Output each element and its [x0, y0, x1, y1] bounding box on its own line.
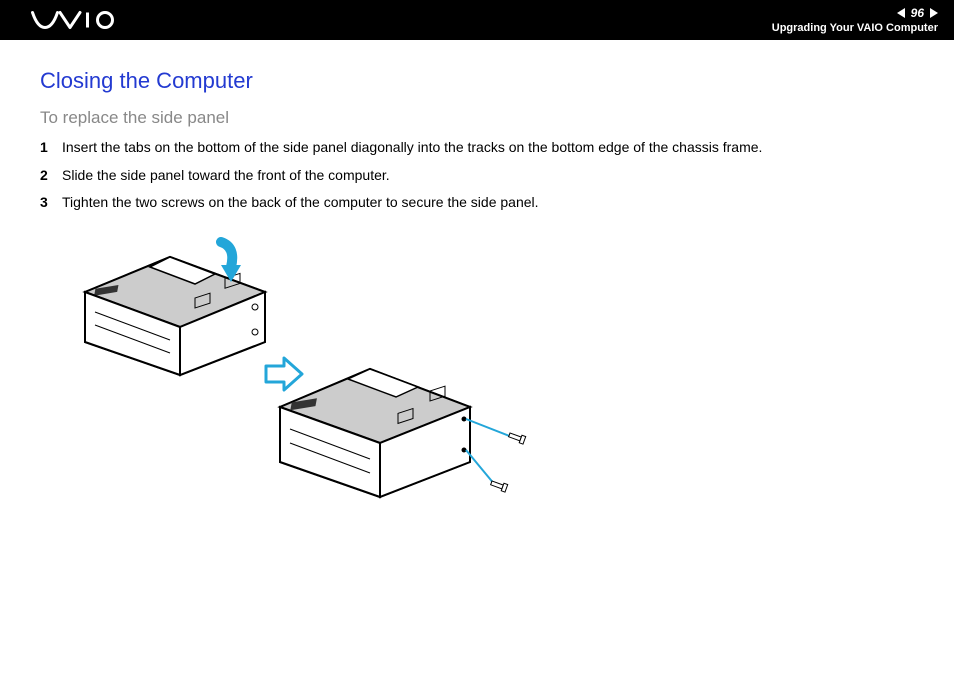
list-item: 2 Slide the side panel toward the front …: [40, 166, 914, 186]
list-item: 1 Insert the tabs on the bottom of the s…: [40, 138, 914, 158]
step-text: Slide the side panel toward the front of…: [62, 166, 390, 186]
step-number: 2: [40, 166, 62, 186]
section-label: Upgrading Your VAIO Computer: [772, 22, 938, 34]
next-page-icon[interactable]: [930, 8, 938, 18]
page-number: 96: [911, 6, 924, 20]
list-item: 3 Tighten the two screws on the back of …: [40, 193, 914, 213]
chassis-illustration-2: [270, 347, 530, 517]
header-bar: 96 Upgrading Your VAIO Computer: [0, 0, 954, 40]
prev-page-icon[interactable]: [897, 8, 905, 18]
page-nav: 96: [897, 6, 938, 20]
step-number: 1: [40, 138, 62, 158]
header-right: 96 Upgrading Your VAIO Computer: [772, 6, 938, 34]
steps-list: 1 Insert the tabs on the bottom of the s…: [40, 138, 914, 213]
step-text: Insert the tabs on the bottom of the sid…: [62, 138, 762, 158]
step-text: Tighten the two screws on the back of th…: [62, 193, 539, 213]
illustration: [75, 237, 555, 537]
page-content: Closing the Computer To replace the side…: [0, 40, 954, 557]
page-title: Closing the Computer: [40, 68, 914, 94]
step-number: 3: [40, 193, 62, 213]
vaio-logo: [25, 10, 135, 30]
panel-insert-arrow-icon: [196, 237, 246, 292]
page-subtitle: To replace the side panel: [40, 108, 914, 128]
